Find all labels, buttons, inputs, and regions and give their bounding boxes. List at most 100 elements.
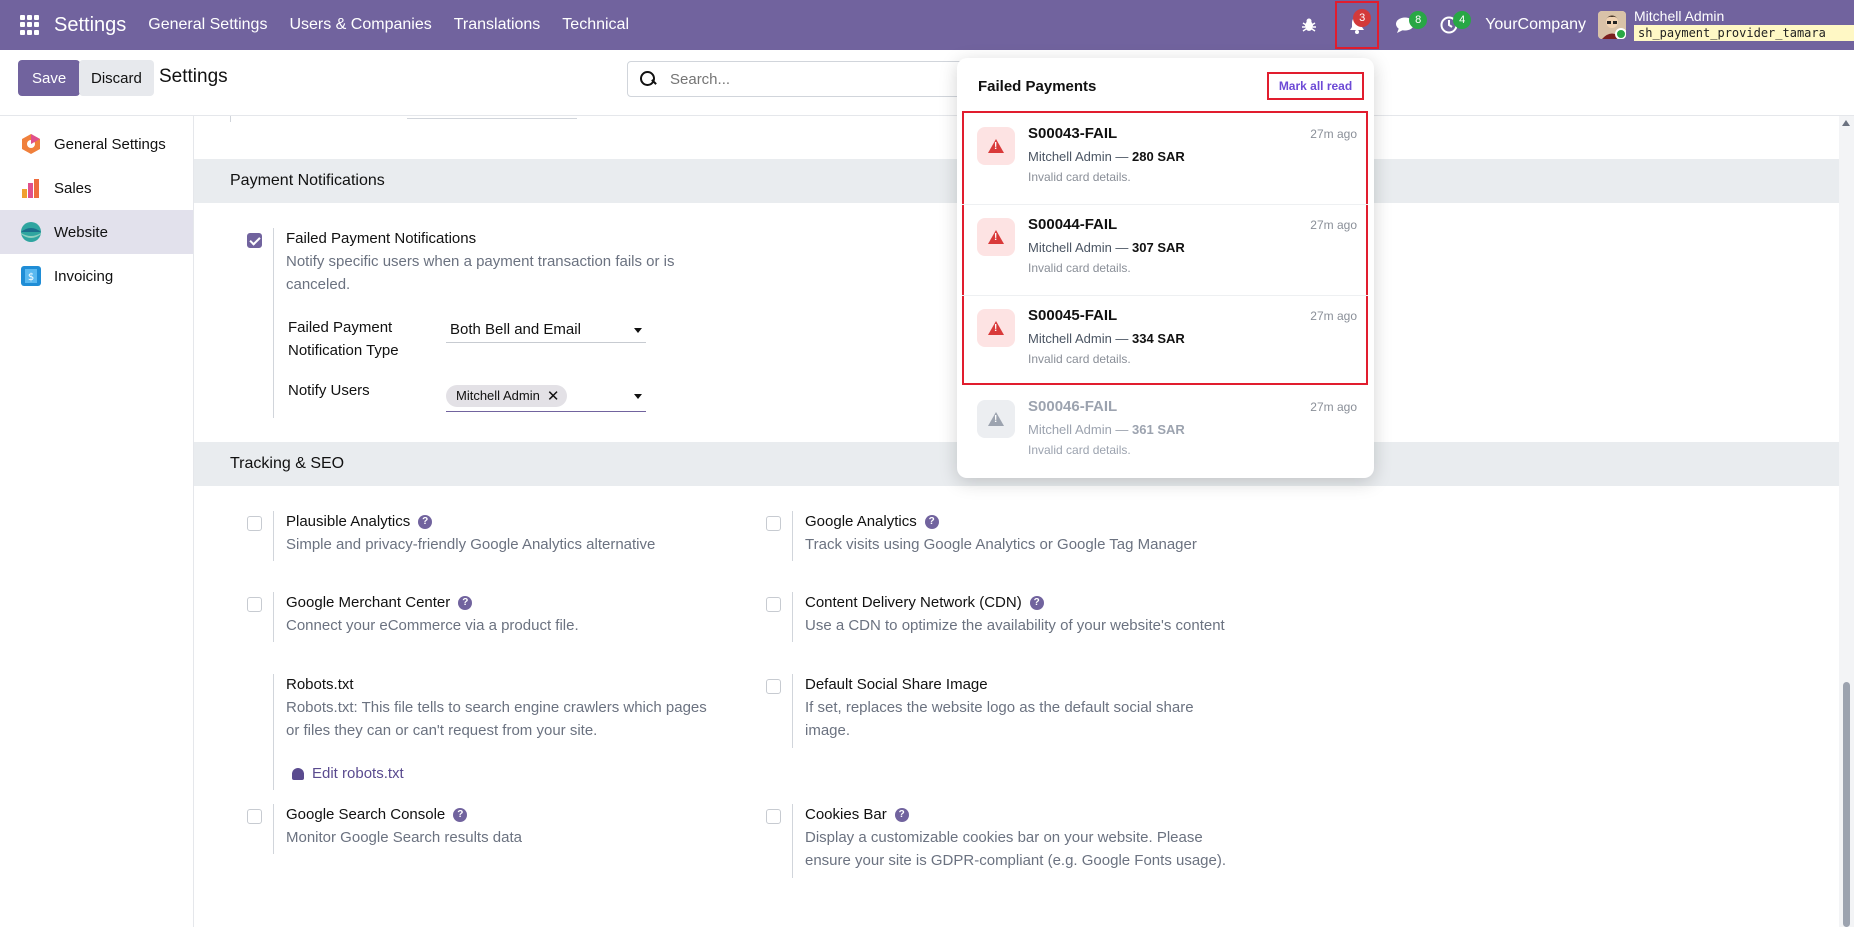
field-label-line: Failed Payment bbox=[288, 319, 393, 336]
sales-icon bbox=[20, 177, 42, 199]
sidebar-item-website[interactable]: Website bbox=[0, 210, 193, 254]
notification-amount: 334 SAR bbox=[1132, 331, 1185, 346]
plausible-analytics-checkbox[interactable] bbox=[247, 516, 262, 531]
sidebar-item-invoicing[interactable]: $ Invoicing bbox=[0, 254, 193, 298]
help-icon[interactable]: ? bbox=[1029, 596, 1044, 610]
sidebar-item-general-settings[interactable]: General Settings bbox=[0, 122, 193, 166]
scrollbar-thumb[interactable] bbox=[1843, 682, 1850, 927]
scroll-up-arrow-icon[interactable] bbox=[1842, 120, 1850, 126]
notification-ref: S00045-FAIL bbox=[1028, 307, 1118, 324]
help-icon[interactable]: ? bbox=[418, 515, 433, 529]
setting-description: Simple and privacy-friendly Google Analy… bbox=[286, 536, 656, 553]
notification-detail: Mitchell Admin — 334 SAR bbox=[1028, 331, 1185, 346]
notification-user: Mitchell Admin — bbox=[1028, 331, 1133, 346]
setting-description: Monitor Google Search results data bbox=[286, 829, 522, 846]
activities-count-badge: 4 bbox=[1453, 11, 1472, 29]
sidebar-item-label: Website bbox=[54, 223, 108, 241]
app-title[interactable]: Settings bbox=[54, 14, 126, 37]
failed-payment-notifications-checkbox[interactable] bbox=[247, 233, 262, 248]
sidebar-item-label: Invoicing bbox=[54, 267, 114, 285]
google-merchant-center-setting: Google Merchant Center? Connect your eCo… bbox=[273, 592, 733, 642]
help-icon[interactable]: ? bbox=[894, 808, 909, 822]
setting-description: If set, replaces the website logo as the… bbox=[805, 699, 1194, 716]
notification-reason: Invalid card details. bbox=[1028, 261, 1131, 275]
user-name: Mitchell Admin bbox=[1634, 8, 1725, 24]
google-search-console-checkbox[interactable] bbox=[247, 809, 262, 824]
notification-content: S00045-FAIL 27m ago Mitchell Admin — 334… bbox=[977, 295, 1357, 386]
menu-users-companies[interactable]: Users & Companies bbox=[289, 16, 431, 34]
notification-ref: S00043-FAIL bbox=[1028, 125, 1118, 142]
svg-text:$: $ bbox=[28, 272, 34, 283]
setting-title-text: Google Search Console bbox=[286, 806, 446, 823]
notification-type-select[interactable]: Both Bell and Email bbox=[446, 317, 646, 343]
close-icon[interactable]: ✕ bbox=[547, 387, 560, 405]
default-social-share-image-checkbox[interactable] bbox=[766, 679, 781, 694]
sidebar-item-label: General Settings bbox=[54, 135, 166, 153]
user-menu[interactable]: Mitchell Admin sh_payment_provider_tamar… bbox=[1634, 9, 1854, 41]
dropdown-title: Failed Payments bbox=[978, 78, 1097, 95]
notification-item-read[interactable]: S00046-FAIL 27m ago Mitchell Admin — 361… bbox=[957, 386, 1374, 477]
setting-title: Failed Payment Notifications bbox=[286, 230, 477, 247]
setting-description: Use a CDN to optimize the availability o… bbox=[805, 617, 1225, 634]
notification-type-label: Failed Payment Notification Type bbox=[288, 316, 399, 362]
setting-description: Connect your eCommerce via a product fil… bbox=[286, 617, 579, 634]
notification-amount: 307 SAR bbox=[1132, 240, 1185, 255]
cookies-bar-checkbox[interactable] bbox=[766, 809, 781, 824]
settings-sidebar: General Settings Sales Website $ Invoici… bbox=[0, 116, 194, 927]
notification-content: S00044-FAIL 27m ago Mitchell Admin — 307… bbox=[977, 204, 1357, 295]
messages-button[interactable]: 8 bbox=[1391, 11, 1428, 39]
odoo-icon bbox=[20, 133, 42, 155]
apps-menu-icon[interactable] bbox=[20, 15, 40, 35]
google-analytics-checkbox[interactable] bbox=[766, 516, 781, 531]
google-merchant-center-checkbox[interactable] bbox=[247, 597, 262, 612]
setting-description: image. bbox=[805, 722, 851, 739]
help-icon[interactable]: ? bbox=[924, 515, 939, 529]
default-social-share-image-setting: Default Social Share Image If set, repla… bbox=[792, 674, 1252, 748]
notification-time: 27m ago bbox=[1310, 400, 1357, 414]
user-avatar[interactable] bbox=[1598, 11, 1626, 39]
cookies-bar-setting: Cookies Bar? Display a customizable cook… bbox=[792, 804, 1252, 878]
mark-all-read-button[interactable]: Mark all read bbox=[1267, 72, 1364, 100]
notification-item[interactable]: S00043-FAIL 27m ago Mitchell Admin — 280… bbox=[957, 113, 1374, 204]
discard-button[interactable]: Discard bbox=[79, 60, 154, 96]
notification-item[interactable]: S00045-FAIL 27m ago Mitchell Admin — 334… bbox=[957, 295, 1374, 386]
setting-description: Track visits using Google Analytics or G… bbox=[805, 536, 1197, 553]
menu-technical[interactable]: Technical bbox=[562, 16, 629, 34]
setting-title-text: Google Merchant Center bbox=[286, 594, 451, 611]
setting-title-text: Cookies Bar bbox=[805, 806, 887, 823]
save-button[interactable]: Save bbox=[18, 60, 81, 96]
online-status-icon bbox=[1615, 28, 1626, 39]
setting-title: Google Search Console? bbox=[286, 804, 733, 826]
edit-robots-link[interactable]: Edit robots.txt bbox=[292, 765, 404, 782]
help-icon[interactable]: ? bbox=[453, 808, 468, 822]
link-label: Edit robots.txt bbox=[312, 765, 404, 782]
setting-description: ensure your site is GDPR-compliant (e.g.… bbox=[805, 852, 1227, 869]
database-name: sh_payment_provider_tamara bbox=[1634, 25, 1854, 41]
notification-bell-button[interactable]: 3 bbox=[1335, 1, 1380, 49]
activities-button[interactable]: 4 bbox=[1435, 11, 1472, 39]
notification-item[interactable]: S00044-FAIL 27m ago Mitchell Admin — 307… bbox=[957, 204, 1374, 295]
vertical-scrollbar[interactable] bbox=[1839, 116, 1854, 927]
page-title: Settings bbox=[159, 66, 228, 87]
cdn-checkbox[interactable] bbox=[766, 597, 781, 612]
sidebar-item-sales[interactable]: Sales bbox=[0, 166, 193, 210]
sidebar-item-label: Sales bbox=[54, 179, 92, 197]
notification-reason: Invalid card details. bbox=[1028, 443, 1131, 457]
website-icon bbox=[20, 221, 42, 243]
notification-time: 27m ago bbox=[1310, 218, 1357, 232]
notification-time: 27m ago bbox=[1310, 127, 1357, 141]
notify-users-field[interactable]: Mitchell Admin ✕ bbox=[446, 380, 646, 412]
notification-amount: 361 SAR bbox=[1132, 422, 1185, 437]
notification-user: Mitchell Admin — bbox=[1028, 149, 1133, 164]
invoicing-icon: $ bbox=[20, 265, 42, 287]
warning-icon bbox=[977, 309, 1015, 347]
user-tag: Mitchell Admin ✕ bbox=[446, 384, 568, 407]
help-icon[interactable]: ? bbox=[458, 596, 473, 610]
debug-bug-icon[interactable] bbox=[1295, 11, 1323, 39]
menu-translations[interactable]: Translations bbox=[454, 16, 541, 34]
company-switcher[interactable]: YourCompany bbox=[1485, 16, 1586, 34]
menu-general-settings[interactable]: General Settings bbox=[148, 16, 267, 34]
chevron-down-icon bbox=[634, 328, 642, 333]
field-label-line: Notification Type bbox=[288, 342, 399, 359]
setting-title: Default Social Share Image bbox=[805, 676, 988, 693]
